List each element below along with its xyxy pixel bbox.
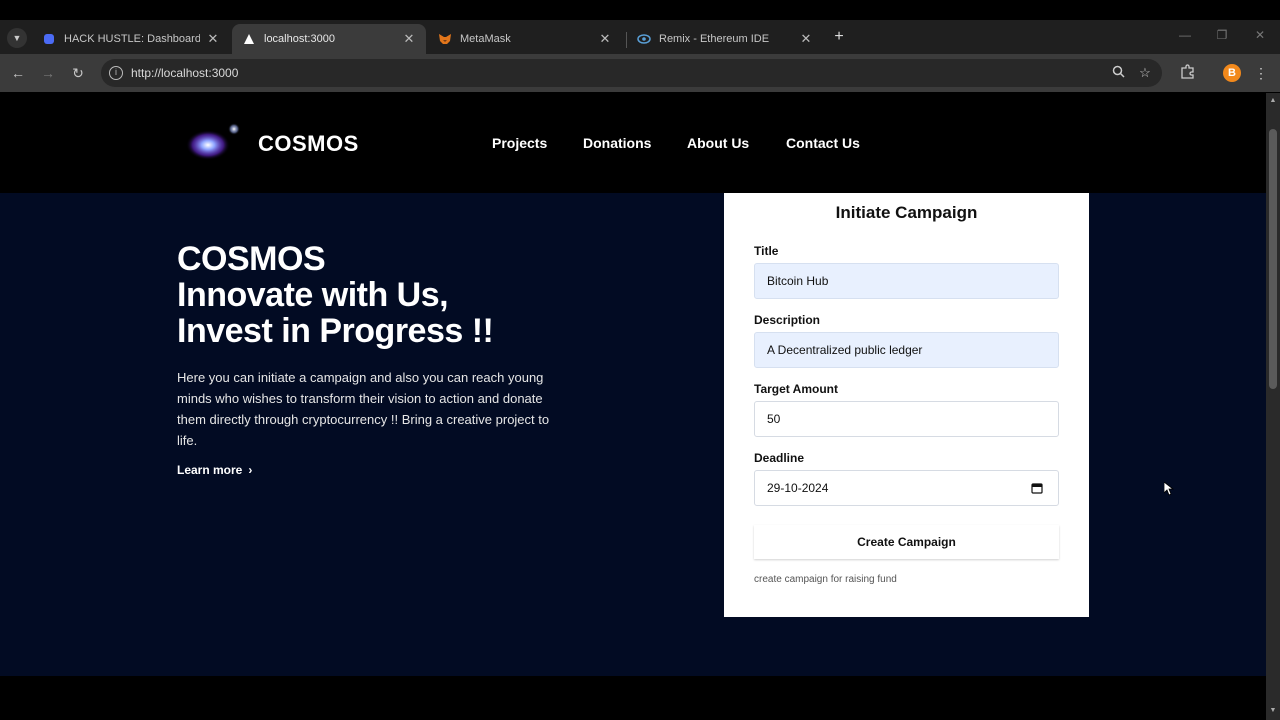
tab-remix[interactable]: Remix - Ethereum IDE ✕: [627, 24, 823, 54]
campaign-form-card: Initiate Campaign Title Description Targ…: [724, 193, 1089, 617]
reload-icon[interactable]: ↻: [69, 64, 87, 82]
tab-hack-hustle[interactable]: HACK HUSTLE: Dashboard | Dev ✕: [32, 24, 230, 54]
title-input[interactable]: [754, 263, 1059, 299]
calendar-icon[interactable]: [1031, 482, 1043, 494]
extensions-puzzle-icon[interactable]: [1178, 64, 1196, 82]
tab-localhost[interactable]: localhost:3000 ✕: [232, 24, 426, 54]
tab-title: localhost:3000: [264, 33, 335, 45]
target-amount-label: Target Amount: [754, 382, 838, 396]
site-header: COSMOS Projects Donations About Us Conta…: [0, 93, 1266, 193]
cosmos-logo-icon: [186, 123, 240, 160]
back-arrow-icon[interactable]: ←: [9, 64, 27, 82]
learn-more-link[interactable]: Learn more ›: [177, 463, 252, 477]
target-amount-input[interactable]: [754, 401, 1059, 437]
devfolio-icon: [42, 32, 56, 46]
restore-icon[interactable]: ❐: [1213, 28, 1231, 42]
hero-title-line: COSMOS: [177, 240, 326, 278]
hero-description: Here you can initiate a campaign and als…: [177, 370, 550, 448]
browser-window: ▼ HACK HUSTLE: Dashboard | Dev ✕ localho…: [0, 0, 1280, 720]
bitcoin-extension-icon[interactable]: B: [1223, 64, 1241, 82]
page-scrollbar[interactable]: ▲ ▼: [1266, 93, 1280, 720]
nav-contact-us[interactable]: Contact Us: [786, 135, 860, 151]
page-viewport: COSMOS Projects Donations About Us Conta…: [0, 93, 1266, 720]
hero-title: COSMOS Innovate with Us, Invest in Progr…: [177, 240, 494, 350]
description-input[interactable]: [754, 332, 1059, 368]
address-bar[interactable]: i http://localhost:3000 ☆: [101, 59, 1162, 87]
learn-more-label: Learn more: [177, 463, 243, 477]
address-url[interactable]: http://localhost:3000: [131, 66, 238, 80]
hero-title-line: Innovate with Us,: [177, 276, 449, 314]
page-footer-band: [0, 676, 1266, 720]
site-info-icon[interactable]: i: [109, 66, 123, 80]
scroll-down-icon[interactable]: ▼: [1269, 707, 1277, 714]
deadline-input[interactable]: [754, 470, 1059, 506]
window-close-icon[interactable]: ✕: [1251, 28, 1269, 42]
remix-icon: [637, 32, 651, 46]
tab-title: HACK HUSTLE: Dashboard | Dev: [64, 33, 200, 45]
forward-arrow-icon[interactable]: →: [39, 64, 57, 82]
brand-name[interactable]: COSMOS: [258, 131, 359, 157]
nav-about-us[interactable]: About Us: [687, 135, 749, 151]
deadline-label: Deadline: [754, 451, 805, 465]
nav-projects[interactable]: Projects: [492, 135, 547, 151]
close-icon[interactable]: ✕: [598, 31, 612, 47]
form-note: create campaign for raising fund: [754, 574, 897, 585]
tab-metamask[interactable]: MetaMask ✕: [428, 24, 622, 54]
zoom-magnifier-icon[interactable]: [1110, 65, 1126, 81]
title-label: Title: [754, 244, 779, 258]
tab-strip: ▼ HACK HUSTLE: Dashboard | Dev ✕ localho…: [0, 20, 1280, 54]
chevron-right-icon: ›: [248, 463, 253, 477]
close-icon[interactable]: ✕: [402, 31, 416, 47]
close-icon[interactable]: ✕: [206, 31, 220, 47]
nextjs-icon: [242, 32, 256, 46]
scroll-up-icon[interactable]: ▲: [1269, 97, 1277, 104]
tab-search-icon[interactable]: ▼: [7, 28, 27, 48]
new-tab-plus-icon[interactable]: +: [830, 28, 848, 46]
browser-toolbar: ← → ↻ i http://localhost:3000 ☆ ⋮: [0, 54, 1280, 92]
bookmark-star-icon[interactable]: ☆: [1137, 65, 1153, 81]
tab-title: MetaMask: [460, 33, 511, 45]
browser-menu-icon[interactable]: ⋮: [1252, 64, 1270, 82]
form-heading: Initiate Campaign: [835, 203, 978, 222]
hero-title-line: Invest in Progress !!: [177, 312, 494, 350]
description-label: Description: [754, 313, 821, 327]
tab-title: Remix - Ethereum IDE: [659, 33, 770, 45]
metamask-fox-icon: [438, 32, 452, 46]
close-icon[interactable]: ✕: [799, 31, 813, 47]
nav-donations[interactable]: Donations: [583, 135, 651, 151]
scroll-thumb[interactable]: [1269, 129, 1277, 389]
mouse-cursor-icon: [1164, 482, 1174, 496]
create-campaign-button[interactable]: Create Campaign: [754, 525, 1059, 559]
minimize-icon[interactable]: —: [1176, 28, 1194, 42]
